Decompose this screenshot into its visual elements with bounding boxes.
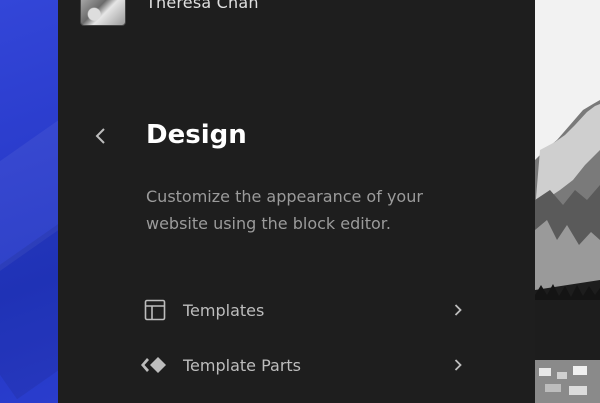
chevron-right-icon: [448, 355, 468, 375]
templates-icon: [138, 293, 172, 327]
menu-item-templates[interactable]: Templates: [138, 290, 468, 330]
mountain-image: [535, 0, 600, 403]
preview-image: [535, 0, 600, 403]
user-name: Theresa Chan: [146, 0, 259, 12]
page-description: Customize the appearance of your website…: [146, 187, 423, 233]
menu-item-template-parts[interactable]: Template Parts: [138, 345, 468, 385]
design-sidebar: Theresa Chan Design Customize the appear…: [58, 0, 535, 403]
back-button[interactable]: [88, 122, 114, 150]
avatar[interactable]: [80, 0, 126, 26]
menu-item-label: Template Parts: [183, 355, 302, 375]
canvas-backdrop: [0, 0, 58, 403]
page-title: Design: [146, 120, 247, 150]
site-editor: Theresa Chan Design Customize the appear…: [0, 0, 600, 403]
chevron-left-icon: [95, 128, 105, 144]
template-parts-icon: [138, 348, 172, 382]
chevron-right-icon: [448, 300, 468, 320]
menu-item-label: Templates: [183, 300, 265, 320]
